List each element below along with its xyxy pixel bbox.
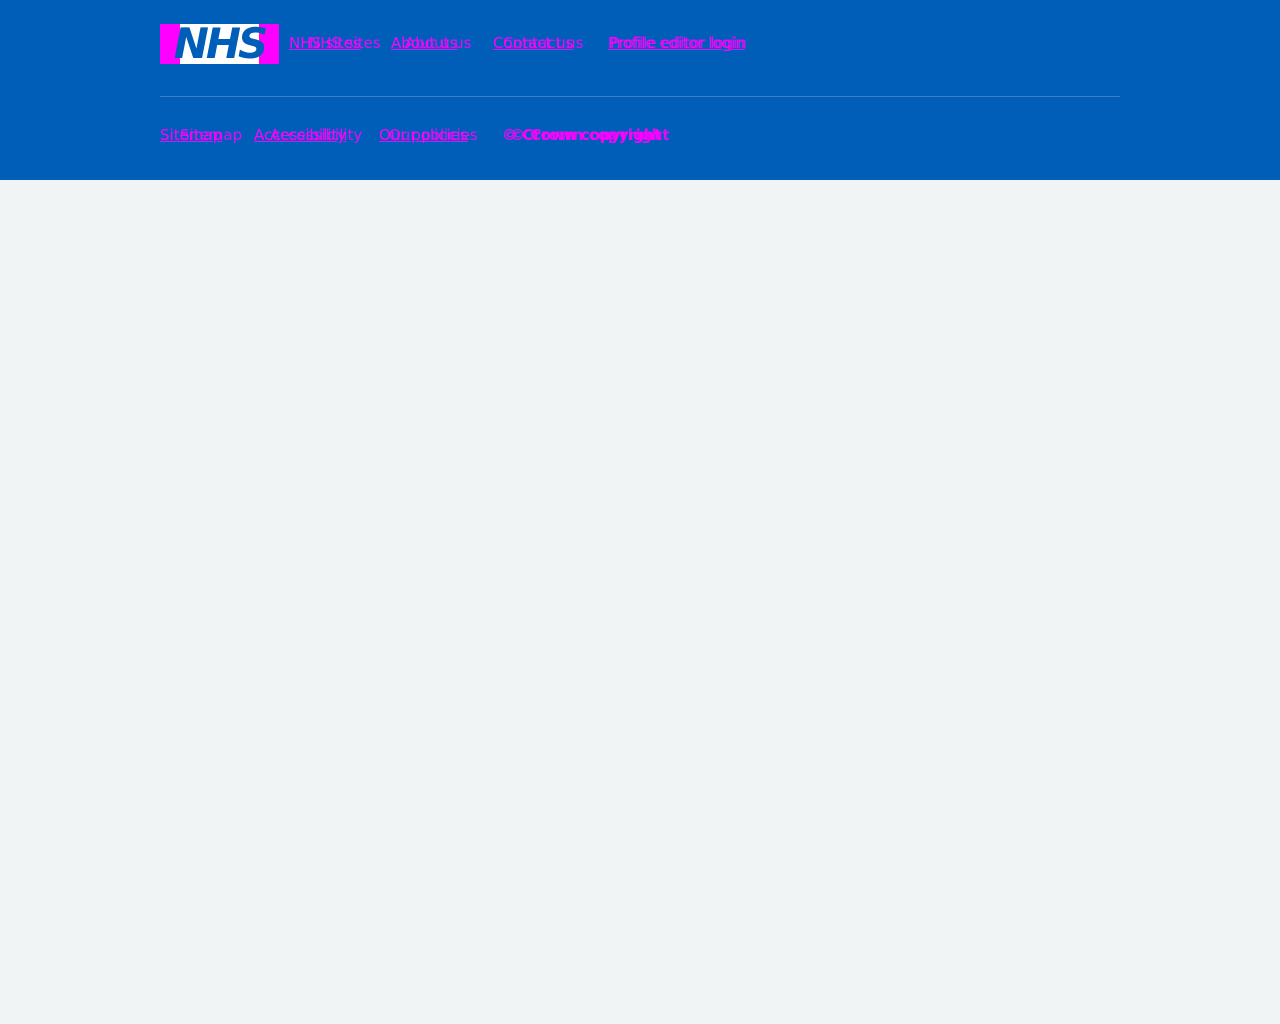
footer-link-about-us[interactable]: About us About us xyxy=(391,33,471,53)
nhs-logo-text: NHS xyxy=(173,24,269,64)
footer-link-nhs-sites[interactable]: NHS sites NHS sites xyxy=(289,33,381,53)
site-footer: NHS NHS sites NHS sites About us About u… xyxy=(0,0,1280,180)
footer-secondary-row: Sitemap Sitemap Accessibility Accessibil… xyxy=(160,125,1120,147)
footer-link-sitemap[interactable]: Sitemap Sitemap xyxy=(160,125,242,145)
nhs-logo[interactable]: NHS xyxy=(160,24,279,64)
footer-divider xyxy=(160,96,1120,97)
footer-link-contact-us[interactable]: Contact us Contact us xyxy=(493,33,583,53)
footer-link-our-policies[interactable]: Our policies Our policies xyxy=(379,125,478,145)
footer-link-profile-editor-login[interactable]: Profile editor login Profile editor logi… xyxy=(608,33,747,53)
footer-primary-row: NHS NHS sites NHS sites About us About u… xyxy=(160,24,1120,64)
footer-link-accessibility[interactable]: Accessibility Accessibility xyxy=(254,125,362,145)
page-body xyxy=(0,180,1280,1024)
copyright-text: © Crown copyright © Crown copyright xyxy=(502,126,670,144)
